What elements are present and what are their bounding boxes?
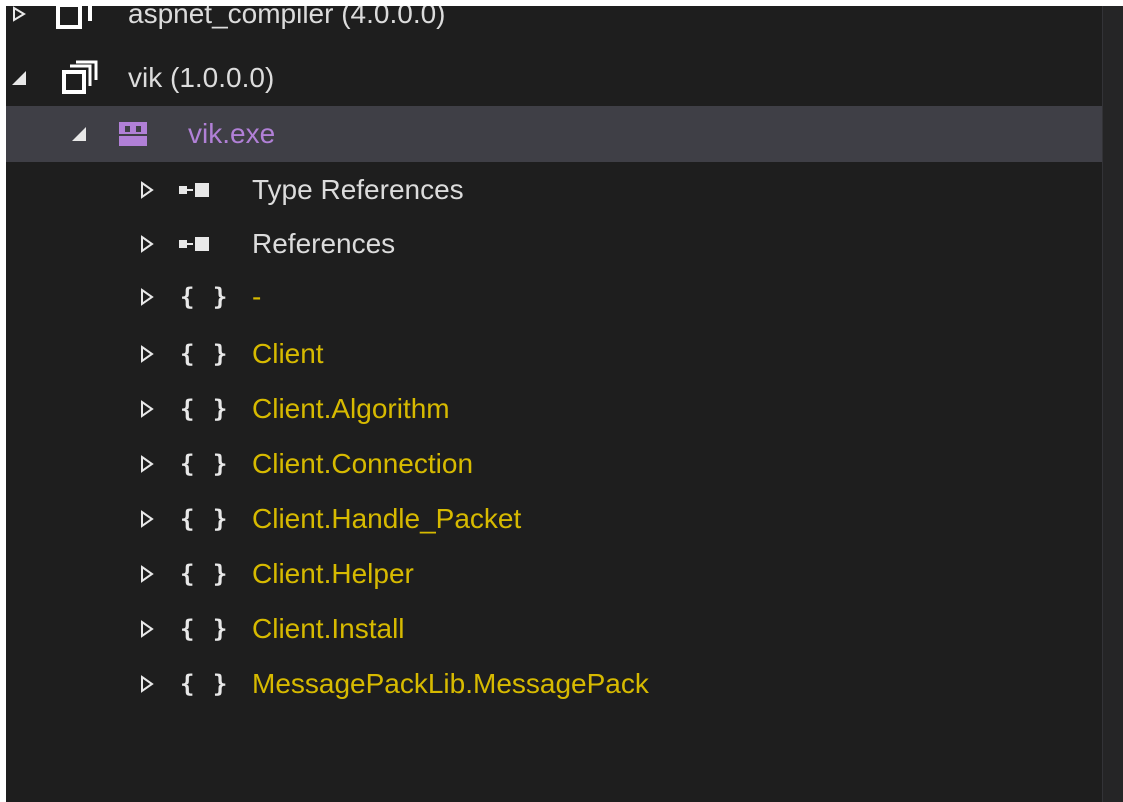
tree-item-references[interactable]: References: [6, 216, 1103, 272]
collapsed-arrow-icon[interactable]: [138, 673, 156, 695]
collapsed-arrow-icon[interactable]: [138, 179, 156, 201]
tree-item-vik-assembly[interactable]: vik (1.0.0.0): [6, 50, 1103, 106]
namespace-icon: { }: [180, 395, 230, 423]
tree-item-label: vik (1.0.0.0): [128, 62, 275, 93]
namespace-icon: { }: [180, 615, 230, 643]
vertical-scrollbar[interactable]: [1102, 6, 1123, 802]
namespace-icon: { }: [180, 505, 230, 533]
tree-item-label: Client.Handle_Packet: [252, 503, 522, 534]
tree-item-label: Client.Connection: [252, 448, 474, 479]
tree-item-namespace[interactable]: { } Client.Helper: [6, 546, 1103, 602]
collapsed-arrow-icon[interactable]: [138, 453, 156, 475]
collapsed-arrow-icon[interactable]: [138, 563, 156, 585]
tree-item-vik-exe[interactable]: vik.exe: [6, 106, 1103, 162]
references-icon: [176, 180, 218, 200]
assembly-icon: [60, 60, 100, 96]
tree-item-namespace[interactable]: { } Client.Handle_Packet: [6, 491, 1103, 547]
collapsed-arrow-icon[interactable]: [138, 233, 156, 255]
namespace-icon: { }: [180, 340, 230, 368]
tree-item-namespace[interactable]: { } Client.Algorithm: [6, 381, 1103, 437]
tree-item-label: Client.Install: [252, 613, 405, 644]
expanded-arrow-icon[interactable]: [70, 123, 88, 145]
tree-item-namespace[interactable]: { } Client.Connection: [6, 436, 1103, 492]
namespace-icon: { }: [180, 283, 230, 311]
tree-item-label: Client: [252, 338, 324, 369]
tree-item-type-references[interactable]: Type References: [6, 162, 1103, 218]
collapsed-arrow-icon[interactable]: [138, 508, 156, 530]
collapsed-arrow-icon[interactable]: [138, 343, 156, 365]
tree-item-namespace[interactable]: { } MessagePackLib.MessagePack: [6, 656, 1103, 712]
collapsed-arrow-icon[interactable]: [138, 618, 156, 640]
tree-item-label: References: [252, 228, 396, 259]
tree-item-label: Client.Algorithm: [252, 393, 450, 424]
tree-item-label: Client.Helper: [252, 558, 414, 589]
tree-item-namespace[interactable]: { } Client: [6, 326, 1103, 382]
tree-item-label: MessagePackLib.MessagePack: [252, 668, 649, 699]
namespace-icon: { }: [180, 560, 230, 588]
tree-item-namespace[interactable]: { } -: [6, 269, 1103, 325]
tree-item-namespace[interactable]: { } Client.Install: [6, 601, 1103, 657]
namespace-icon: { }: [180, 670, 230, 698]
collapsed-arrow-icon[interactable]: [138, 286, 156, 308]
collapsed-arrow-icon[interactable]: [138, 398, 156, 420]
tree-item-label: vik.exe: [188, 118, 276, 149]
tree-item-aspnet-compiler[interactable]: aspnet_compiler (4.0.0.0): [6, 6, 1103, 42]
tree-item-label: aspnet_compiler (4.0.0.0): [128, 6, 446, 29]
expanded-arrow-icon[interactable]: [10, 67, 28, 89]
collapsed-arrow-icon[interactable]: [10, 6, 28, 25]
assembly-icon: [56, 6, 94, 31]
tree-item-label: Type References: [252, 174, 464, 205]
module-icon: [118, 121, 148, 147]
assembly-explorer-panel: aspnet_compiler (4.0.0.0) vik (1.0.0.0): [6, 6, 1123, 802]
references-icon: [176, 234, 218, 254]
tree-item-label: -: [252, 281, 262, 312]
namespace-icon: { }: [180, 450, 230, 478]
